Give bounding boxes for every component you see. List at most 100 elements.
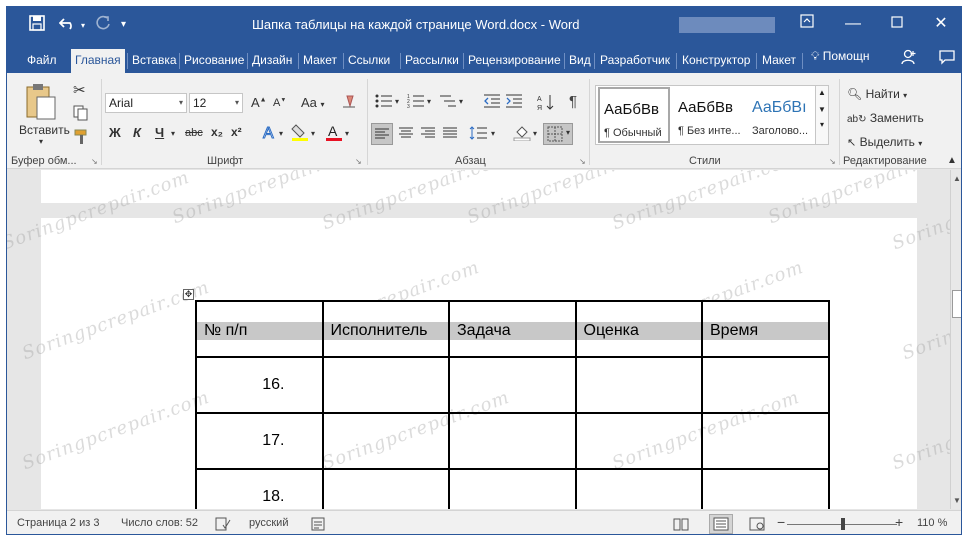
font-size-combo[interactable]: 12 ▾	[189, 93, 243, 113]
font-color-dropdown-icon[interactable]: ▾	[345, 129, 349, 138]
style-normal[interactable]: АаБбВв ¶ Обычный	[598, 87, 670, 143]
shading-dropdown-icon[interactable]: ▾	[533, 129, 537, 138]
table-move-handle-icon[interactable]: ✥	[183, 289, 194, 300]
tab-developer[interactable]: Разработчик	[596, 49, 674, 73]
highlight-dropdown-icon[interactable]: ▾	[311, 129, 315, 138]
comments-icon[interactable]	[933, 49, 961, 71]
table-cell[interactable]	[321, 412, 450, 470]
justify-icon[interactable]	[441, 125, 459, 144]
close-icon[interactable]: ✕	[927, 13, 955, 35]
decrease-indent-icon[interactable]	[483, 93, 501, 112]
chevron-up-icon[interactable]: ▲	[816, 88, 828, 97]
table-cell[interactable]: 18.	[195, 468, 324, 509]
multilevel-dropdown-icon[interactable]: ▾	[459, 97, 463, 106]
tab-table-layout[interactable]: Макет	[758, 49, 800, 73]
save-icon[interactable]	[29, 15, 45, 35]
underline-dropdown-icon[interactable]: ▾	[171, 129, 175, 138]
style-heading-1[interactable]: АаБбВı Заголово...	[748, 87, 820, 143]
paste-button[interactable]: Вставить	[19, 123, 70, 137]
table-header-cell[interactable]: Задача	[448, 300, 577, 358]
bullets-dropdown-icon[interactable]: ▾	[395, 97, 399, 106]
multilevel-list-icon[interactable]	[439, 93, 457, 112]
superscript-button[interactable]: x²	[231, 125, 242, 139]
undo-icon[interactable]	[58, 15, 77, 35]
tab-mailings[interactable]: Рассылки	[401, 49, 463, 73]
table-header-cell[interactable]: № п/п	[195, 300, 324, 358]
print-layout-icon[interactable]	[709, 514, 733, 534]
scroll-down-icon[interactable]: ▼	[952, 496, 961, 505]
share-person-icon[interactable]	[895, 49, 923, 71]
line-spacing-dropdown-icon[interactable]: ▾	[491, 129, 495, 138]
text-effects-icon[interactable]: A	[261, 123, 279, 144]
user-account[interactable]	[679, 17, 775, 33]
grow-font-icon[interactable]: A▲	[251, 95, 267, 110]
styles-scroll[interactable]: ▲ ▼ ▾	[815, 85, 829, 145]
table-cell[interactable]	[448, 356, 577, 414]
document-area[interactable]: Soringpcrepair.com Soringpcrepair.com So…	[7, 170, 950, 509]
copy-icon[interactable]	[73, 105, 89, 124]
align-right-icon[interactable]	[419, 125, 437, 144]
clipboard-launcher-icon[interactable]: ↘	[91, 157, 98, 166]
table-cell[interactable]	[574, 412, 703, 470]
table-header-cell[interactable]: Оценка	[574, 300, 703, 358]
tab-table-design[interactable]: Конструктор	[678, 49, 754, 73]
find-button[interactable]: 🔍︎ Найти ▾	[847, 87, 907, 101]
maximize-icon[interactable]	[883, 13, 911, 35]
style-no-spacing[interactable]: АаБбВв ¶ Без инте...	[674, 87, 746, 143]
table-cell[interactable]	[321, 356, 450, 414]
tab-references[interactable]: Ссылки	[344, 49, 394, 73]
collapse-ribbon-icon[interactable]: ▲	[947, 155, 957, 166]
table-cell[interactable]	[448, 468, 577, 509]
table-cell[interactable]	[701, 468, 830, 509]
table-cell[interactable]	[701, 412, 830, 470]
tab-review[interactable]: Рецензирование	[464, 49, 565, 73]
proofing-icon[interactable]	[215, 517, 231, 534]
select-dropdown-icon[interactable]: ▾	[918, 139, 922, 148]
tell-me-box[interactable]: 💡︎ Помощн	[811, 49, 869, 64]
align-left-icon[interactable]	[371, 123, 393, 145]
underline-button[interactable]: Ч	[155, 125, 164, 140]
find-dropdown-icon[interactable]: ▾	[903, 91, 907, 100]
font-name-combo[interactable]: Arial ▾	[105, 93, 187, 113]
cut-icon[interactable]: ✂	[73, 81, 86, 99]
numbering-dropdown-icon[interactable]: ▾	[427, 97, 431, 106]
zoom-in-icon[interactable]: +	[895, 514, 903, 530]
text-effects-dropdown-icon[interactable]: ▾	[279, 129, 283, 138]
table-cell[interactable]	[574, 468, 703, 509]
scroll-up-icon[interactable]: ▲	[952, 174, 961, 183]
font-color-icon[interactable]: A	[325, 123, 343, 144]
clear-formatting-icon[interactable]	[341, 93, 359, 112]
undo-dropdown-icon[interactable]: ▾	[81, 21, 85, 30]
language[interactable]: русский	[249, 517, 288, 529]
strikethrough-button[interactable]: abc	[185, 127, 203, 139]
tab-layout[interactable]: Макет	[299, 49, 341, 73]
replace-button[interactable]: ab↻ Заменить	[847, 111, 924, 125]
highlight-icon[interactable]	[291, 123, 309, 144]
tab-home[interactable]: Главная	[71, 49, 125, 73]
tab-design[interactable]: Дизайн	[248, 49, 296, 73]
borders-icon[interactable]: ▾	[543, 123, 573, 145]
shrink-font-icon[interactable]: A▼	[273, 97, 286, 109]
numbering-icon[interactable]: 123	[407, 93, 425, 112]
zoom-slider-thumb[interactable]	[841, 518, 845, 530]
vertical-scrollbar[interactable]: ▲ ▼	[950, 170, 961, 509]
more-styles-icon[interactable]: ▾	[816, 120, 828, 129]
ribbon-display-options-icon[interactable]	[793, 13, 821, 35]
table-cell[interactable]	[321, 468, 450, 509]
subscript-button[interactable]: x₂	[211, 125, 223, 139]
macro-recording-icon[interactable]	[311, 517, 325, 534]
styles-launcher-icon[interactable]: ↘	[829, 157, 836, 166]
redo-icon[interactable]	[95, 15, 111, 35]
table-header-cell[interactable]: Исполнитель	[321, 300, 450, 358]
scrollbar-thumb[interactable]	[952, 290, 961, 318]
select-button[interactable]: ↖ Выделить ▾	[847, 135, 922, 149]
table-cell[interactable]: 16.	[195, 356, 324, 414]
table-cell[interactable]	[701, 356, 830, 414]
document-table[interactable]: № п/п Исполнитель Задача Оценка Время 16…	[195, 300, 830, 509]
page-count[interactable]: Страница 2 из 3	[17, 517, 99, 529]
table-cell[interactable]	[448, 412, 577, 470]
chevron-down-icon[interactable]: ▼	[816, 105, 828, 114]
paragraph-launcher-icon[interactable]: ↘	[579, 157, 586, 166]
tab-draw[interactable]: Рисование	[180, 49, 248, 73]
change-case-icon[interactable]: Aa ▾	[301, 95, 325, 110]
